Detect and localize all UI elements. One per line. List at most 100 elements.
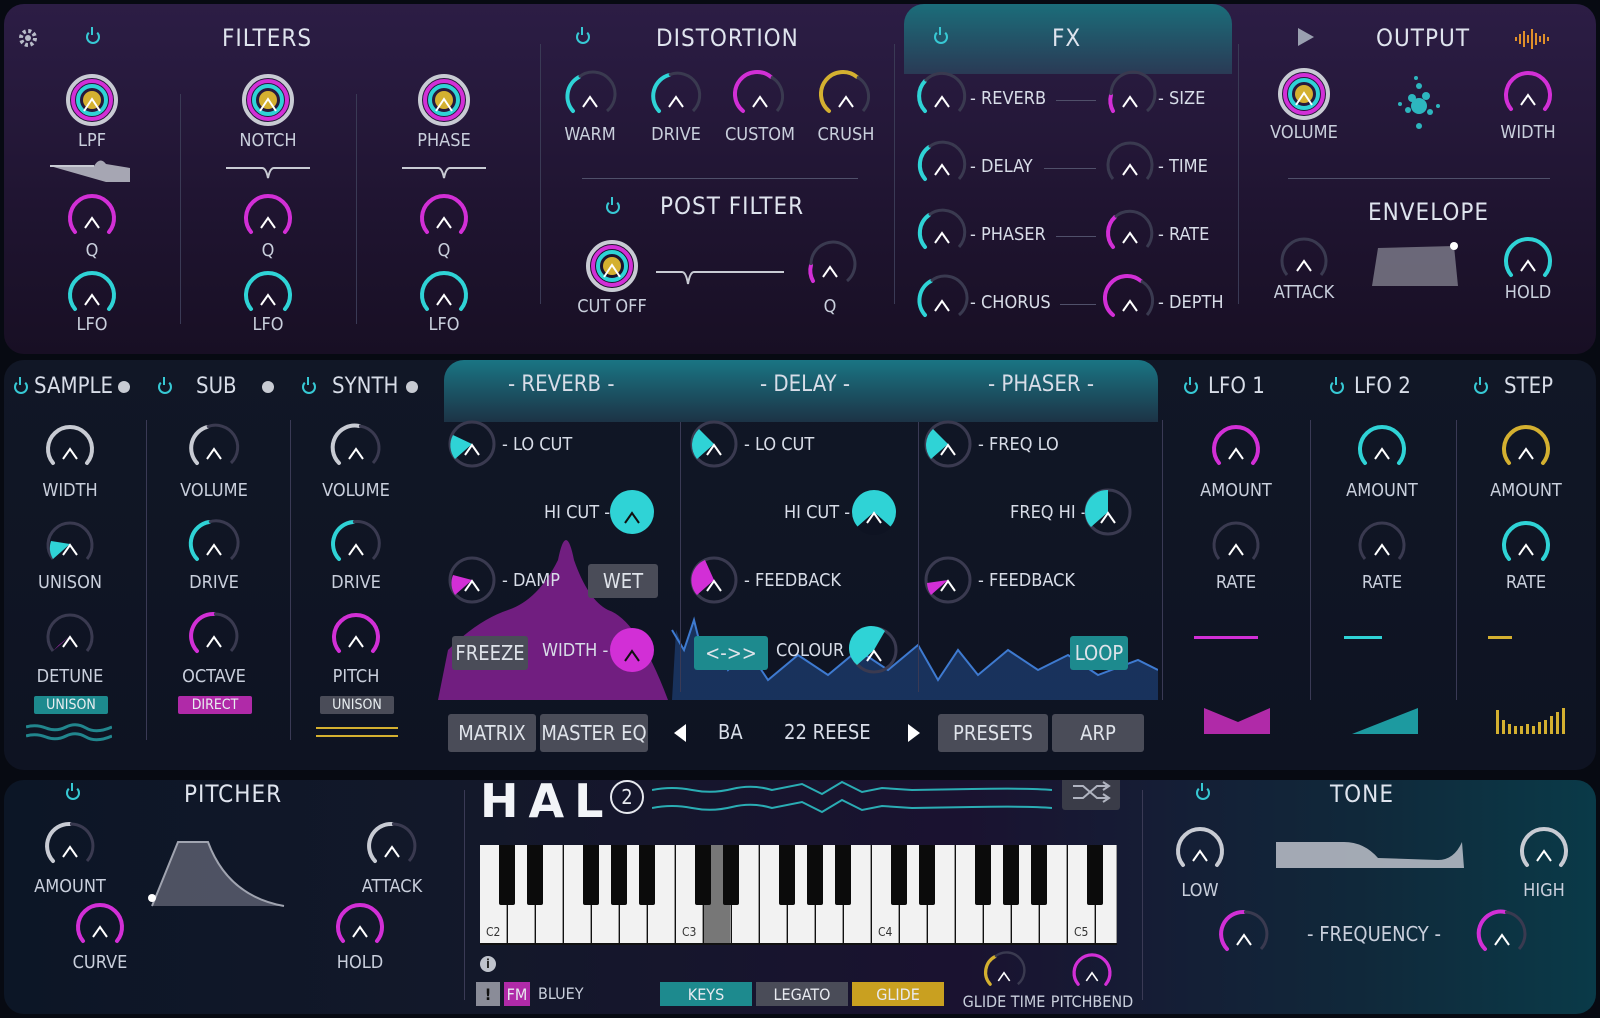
tone-power-icon[interactable]	[1196, 783, 1210, 800]
phaser-freqhi-knob[interactable]	[1081, 485, 1135, 539]
lpf-q-knob[interactable]	[65, 190, 119, 244]
preset-name-label[interactable]: 22 REESE	[784, 720, 871, 744]
depth-knob[interactable]	[1103, 273, 1157, 327]
pitcher-attack-knob[interactable]	[365, 819, 419, 873]
reverb-hicut-knob[interactable]	[605, 485, 659, 539]
pitchbend-knob[interactable]	[1070, 950, 1114, 994]
phaser-knob[interactable]	[915, 205, 969, 259]
reverb-damp-knob[interactable]	[445, 553, 499, 607]
phaser-loop-button[interactable]: LOOP	[1070, 636, 1128, 670]
prev-preset-icon[interactable]	[674, 724, 686, 742]
master-eq-button[interactable]: MASTER EQ	[540, 714, 648, 752]
reverb-knob[interactable]	[915, 69, 969, 123]
post-filter-power-icon[interactable]	[606, 197, 620, 214]
piano-key-black[interactable]	[527, 845, 543, 905]
notch-knob[interactable]	[241, 73, 295, 127]
tab-reverb[interactable]: - REVERB -	[508, 372, 614, 397]
delay-knob[interactable]	[915, 137, 969, 191]
sub-title[interactable]: SUB	[196, 374, 237, 399]
sub-mode-badge[interactable]: DIRECT	[178, 696, 252, 714]
reverb-freeze-button[interactable]: FREEZE	[452, 636, 528, 670]
gear-icon[interactable]	[16, 26, 40, 50]
piano-key-black[interactable]	[1003, 845, 1019, 905]
info-icon[interactable]: i	[480, 956, 496, 972]
piano-key-black[interactable]	[499, 845, 515, 905]
sub-drive-knob[interactable]	[187, 517, 241, 571]
tab-delay[interactable]: - DELAY -	[760, 372, 850, 397]
lpf-knob[interactable]	[65, 73, 119, 127]
delay-pingpong-button[interactable]: <->>	[694, 636, 768, 670]
piano-key-black[interactable]	[975, 845, 991, 905]
piano-key-black[interactable]	[695, 845, 711, 905]
crush-knob[interactable]	[819, 69, 873, 123]
shuffle-icon[interactable]	[1062, 780, 1120, 810]
piano-keyboard[interactable]: C2 C3 C4 C5	[480, 845, 1117, 945]
step-title[interactable]: STEP	[1504, 374, 1553, 399]
post-q-knob[interactable]	[803, 239, 857, 293]
presets-button[interactable]: PRESETS	[938, 714, 1048, 752]
lfo2-title[interactable]: LFO 2	[1354, 374, 1411, 399]
piano-key-black[interactable]	[611, 845, 627, 905]
distortion-power-icon[interactable]	[576, 27, 590, 44]
lfo2-rate-knob[interactable]	[1355, 517, 1409, 571]
sub-power-icon[interactable]	[158, 377, 172, 394]
reverb-width-knob[interactable]	[605, 623, 659, 677]
reverb-locut-knob[interactable]	[445, 417, 499, 471]
sub-octave-knob[interactable]	[187, 609, 241, 663]
reverb-wet-button[interactable]: WET	[588, 564, 658, 598]
waveform-icon[interactable]	[1514, 28, 1550, 50]
filters-power-icon[interactable]	[86, 27, 100, 44]
warm-knob[interactable]	[563, 69, 617, 123]
step-rate-knob[interactable]	[1499, 517, 1553, 571]
glide-mode-button[interactable]: GLIDE	[852, 982, 944, 1006]
lpf-lfo-knob[interactable]	[65, 267, 119, 321]
phase-q-knob[interactable]	[417, 190, 471, 244]
hold-knob[interactable]	[1501, 233, 1555, 287]
fx-power-icon[interactable]	[934, 27, 948, 44]
custom-knob[interactable]	[733, 69, 787, 123]
piano-key-black[interactable]	[639, 845, 655, 905]
glide-time-knob[interactable]	[982, 950, 1026, 994]
piano-key-black[interactable]	[779, 845, 795, 905]
pitcher-curve-knob[interactable]	[73, 899, 127, 953]
sample-mode-badge[interactable]: UNISON	[34, 696, 108, 714]
matrix-button[interactable]: MATRIX	[448, 714, 536, 752]
lfo1-rate-knob[interactable]	[1209, 517, 1263, 571]
lfo1-power-icon[interactable]	[1184, 377, 1198, 394]
piano-key-black[interactable]	[583, 845, 599, 905]
notch-lfo-knob[interactable]	[241, 267, 295, 321]
piano-key-black[interactable]	[835, 845, 851, 905]
delay-locut-knob[interactable]	[687, 417, 741, 471]
cutoff-knob[interactable]	[585, 239, 639, 293]
piano-key-black[interactable]	[723, 845, 739, 905]
step-power-icon[interactable]	[1474, 377, 1488, 394]
drive-knob[interactable]	[649, 69, 703, 123]
width-knob[interactable]	[1501, 67, 1555, 121]
tone-freq-low-knob[interactable]	[1217, 907, 1271, 961]
tone-high-knob[interactable]	[1517, 823, 1571, 877]
chorus-knob[interactable]	[915, 273, 969, 327]
sample-width-knob[interactable]	[43, 421, 97, 475]
pitcher-power-icon[interactable]	[66, 783, 80, 800]
phase-lfo-knob[interactable]	[417, 267, 471, 321]
next-preset-icon[interactable]	[908, 724, 920, 742]
keys-mode-button[interactable]: KEYS	[660, 982, 752, 1006]
synth-drive-knob[interactable]	[329, 517, 383, 571]
play-icon[interactable]	[1298, 28, 1314, 46]
piano-key-black[interactable]	[807, 845, 823, 905]
sample-unison-knob[interactable]	[43, 517, 97, 571]
tab-phaser[interactable]: - PHASER -	[988, 372, 1094, 397]
piano-key-black[interactable]	[1087, 845, 1103, 905]
pitcher-amount-knob[interactable]	[43, 819, 97, 873]
warning-toggle[interactable]: !	[476, 982, 500, 1006]
sample-power-icon[interactable]	[14, 377, 28, 394]
preset-bank-label[interactable]: BA	[718, 720, 743, 744]
step-amount-knob[interactable]	[1499, 421, 1553, 475]
arp-button[interactable]: ARP	[1052, 714, 1144, 752]
phaser-feedback-knob[interactable]	[921, 553, 975, 607]
sub-volume-knob[interactable]	[187, 421, 241, 475]
synth-pitch-knob[interactable]	[329, 609, 383, 663]
synth-volume-knob[interactable]	[329, 421, 383, 475]
legato-mode-button[interactable]: LEGATO	[756, 982, 848, 1006]
synth-mode-badge[interactable]: UNISON	[320, 696, 394, 714]
